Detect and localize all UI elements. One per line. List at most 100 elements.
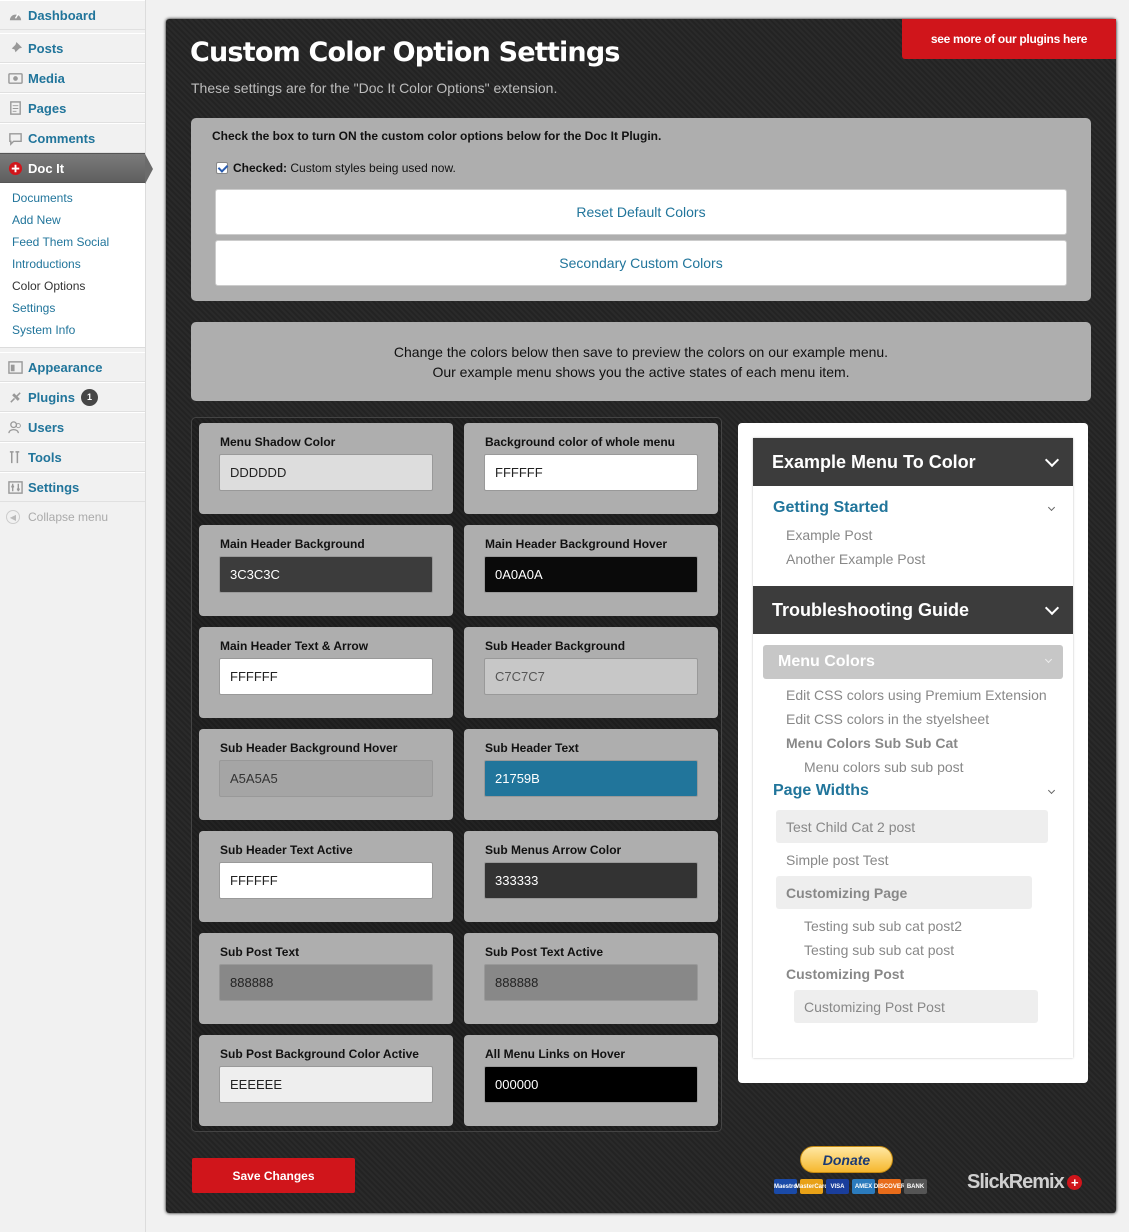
color-field-label: Main Header Background — [220, 537, 365, 551]
post-testing-sub-sub-cat-post[interactable]: Testing sub sub cat post — [804, 942, 954, 958]
plus-logo-icon: + — [1066, 1175, 1082, 1190]
sidebar-item-appearance[interactable]: Appearance — [0, 352, 145, 382]
custom-colors-toggle-box: Check the box to turn ON the custom colo… — [191, 118, 1091, 301]
color-fields-grid: Menu Shadow Color DDDDDD Background color … — [191, 417, 722, 1132]
sidebar-item-label: Doc It — [28, 160, 65, 176]
color-field: Sub Header Background Hover A5A5A5 — [199, 729, 453, 820]
color-hex-input[interactable]: A5A5A5 — [219, 760, 433, 797]
color-field: Menu Shadow Color DDDDDD — [199, 423, 453, 514]
sub-sub-cat-customizing-post[interactable]: Customizing Post — [786, 966, 904, 982]
menu-colors-label: Menu Colors — [778, 653, 875, 670]
color-field: Sub Post Text 888888 — [199, 933, 453, 1024]
sidebar-item-comments[interactable]: Comments — [0, 123, 145, 153]
submenu-feed-them-social[interactable]: Feed Them Social — [0, 231, 145, 253]
submenu-documents[interactable]: Documents — [0, 187, 145, 209]
reset-default-colors-button[interactable]: Reset Default Colors — [215, 189, 1067, 235]
payment-cards: Maestro MasterCard VISA AMEX DISCOVER BANK — [774, 1179, 927, 1194]
more-plugins-link[interactable]: see more of our plugins here — [902, 19, 1116, 59]
sub-header-menu-colors-active[interactable]: Menu Colors — [763, 645, 1063, 679]
color-hex-input[interactable]: FFFFFF — [484, 454, 698, 491]
checked-label: Checked: — [233, 161, 288, 175]
slickremix-logo[interactable]: SlickRemix + — [967, 1171, 1082, 1194]
pin-icon — [6, 40, 24, 56]
sub-sub-cat-customizing-page-active[interactable]: Customizing Page — [776, 876, 1032, 909]
collapse-menu-button[interactable]: ◀ Collapse menu — [0, 502, 145, 532]
sub-header-getting-started[interactable]: Getting Started — [773, 499, 889, 517]
post-example-post[interactable]: Example Post — [786, 527, 872, 543]
chevron-down-icon — [1044, 452, 1060, 468]
sidebar-item-users[interactable]: Users — [0, 412, 145, 442]
sidebar-item-label: Settings — [28, 479, 80, 495]
media-icon — [6, 70, 24, 86]
sub-sub-cat-menu-colors[interactable]: Menu Colors Sub Sub Cat — [786, 735, 958, 751]
save-changes-button[interactable]: Save Changes — [192, 1158, 355, 1193]
color-field: Sub Header Text Active FFFFFF — [199, 831, 453, 922]
color-hex-input[interactable]: DDDDDD — [219, 454, 433, 491]
troubleshooting-guide-header[interactable]: Troubleshooting Guide — [753, 586, 1073, 634]
doc-it-plus-icon — [6, 160, 24, 176]
color-hex-input[interactable]: 888888 — [219, 964, 433, 1001]
secondary-custom-colors-button[interactable]: Secondary Custom Colors — [215, 240, 1067, 286]
pages-icon — [6, 100, 24, 116]
submenu-system-info[interactable]: System Info — [0, 319, 145, 341]
submenu-add-new[interactable]: Add New — [0, 209, 145, 231]
sidebar-item-plugins[interactable]: Plugins 1 — [0, 382, 145, 412]
color-field: All Menu Links on Hover 000000 — [464, 1035, 718, 1126]
payment-card-icon: MasterCard — [795, 1179, 828, 1194]
sidebar-item-label: Pages — [28, 100, 67, 116]
sidebar-item-dashboard[interactable]: Dashboard — [0, 0, 145, 30]
comment-icon — [6, 130, 24, 146]
sidebar-item-posts[interactable]: Posts — [0, 33, 145, 63]
color-hex-input[interactable]: 333333 — [484, 862, 698, 899]
post-another-example-post[interactable]: Another Example Post — [786, 551, 925, 567]
sidebar-item-label: Comments — [28, 130, 96, 146]
example-menu-header-label: Example Menu To Color — [772, 451, 976, 472]
color-field: Main Header Text & Arrow FFFFFF — [199, 627, 453, 718]
post-menu-colors-sub-sub[interactable]: Menu colors sub sub post — [804, 759, 964, 775]
sidebar-item-label: Plugins — [28, 389, 75, 405]
custom-styles-checkbox[interactable] — [216, 162, 228, 174]
color-field-label: Sub Post Background Color Active — [220, 1047, 419, 1061]
post-edit-css-premium[interactable]: Edit CSS colors using Premium Extension — [786, 687, 1047, 703]
color-field-label: Main Header Text & Arrow — [220, 639, 369, 653]
sidebar-item-settings[interactable]: Settings — [0, 472, 145, 502]
color-field: Main Header Background 3C3C3C — [199, 525, 453, 616]
example-menu-header[interactable]: Example Menu To Color — [753, 438, 1073, 486]
color-options-panel: see more of our plugins here Custom Colo… — [166, 19, 1116, 1213]
color-hex-input[interactable]: FFFFFF — [219, 658, 433, 695]
plugin-update-count-badge: 1 — [80, 388, 98, 406]
sidebar-item-tools[interactable]: Tools — [0, 442, 145, 472]
color-hex-input[interactable]: C7C7C7 — [484, 658, 698, 695]
color-hex-input[interactable]: EEEEEE — [219, 1066, 433, 1103]
example-menu: Example Menu To Color Getting Started Ex… — [753, 438, 1073, 1058]
doc-it-submenu: Documents Add New Feed Them Social Intro… — [0, 183, 145, 348]
post-edit-css-stylesheet[interactable]: Edit CSS colors in the styelsheet — [786, 711, 989, 727]
post-customizing-post-post-active[interactable]: Customizing Post Post — [794, 990, 1038, 1023]
submenu-color-options[interactable]: Color Options — [0, 275, 145, 297]
sidebar-item-pages[interactable]: Pages — [0, 93, 145, 123]
troubleshooting-guide-label: Troubleshooting Guide — [772, 599, 969, 620]
submenu-introductions[interactable]: Introductions — [0, 253, 145, 275]
sidebar-item-label: Media — [28, 70, 65, 86]
color-hex-input[interactable]: 000000 — [484, 1066, 698, 1103]
paypal-donate-button[interactable]: Donate — [800, 1146, 893, 1173]
appearance-icon — [6, 359, 24, 375]
color-hex-input[interactable]: 3C3C3C — [219, 556, 433, 593]
sub-header-page-widths[interactable]: Page Widths — [773, 782, 869, 800]
post-test-child-cat-active[interactable]: Test Child Cat 2 post — [776, 810, 1048, 843]
sidebar-item-label: Users — [28, 419, 65, 435]
color-field: Sub Post Text Active 888888 — [464, 933, 718, 1024]
sidebar-item-doc-it[interactable]: Doc It — [0, 153, 153, 184]
sidebar-item-media[interactable]: Media — [0, 63, 145, 93]
post-simple-post-test[interactable]: Simple post Test — [786, 852, 888, 868]
color-field-label: Sub Header Text — [485, 741, 579, 755]
color-hex-input[interactable]: 0A0A0A — [484, 556, 698, 593]
post-testing-sub-sub-cat-post2[interactable]: Testing sub sub cat post2 — [804, 918, 962, 934]
color-hex-input[interactable]: 21759B — [484, 760, 698, 797]
color-hex-input[interactable]: FFFFFF — [219, 862, 433, 899]
plugin-icon — [6, 389, 24, 405]
toggle-instruction: Check the box to turn ON the custom colo… — [212, 129, 662, 143]
submenu-settings[interactable]: Settings — [0, 297, 145, 319]
page-title: Custom Color Option Settings — [190, 37, 620, 68]
color-hex-input[interactable]: 888888 — [484, 964, 698, 1001]
